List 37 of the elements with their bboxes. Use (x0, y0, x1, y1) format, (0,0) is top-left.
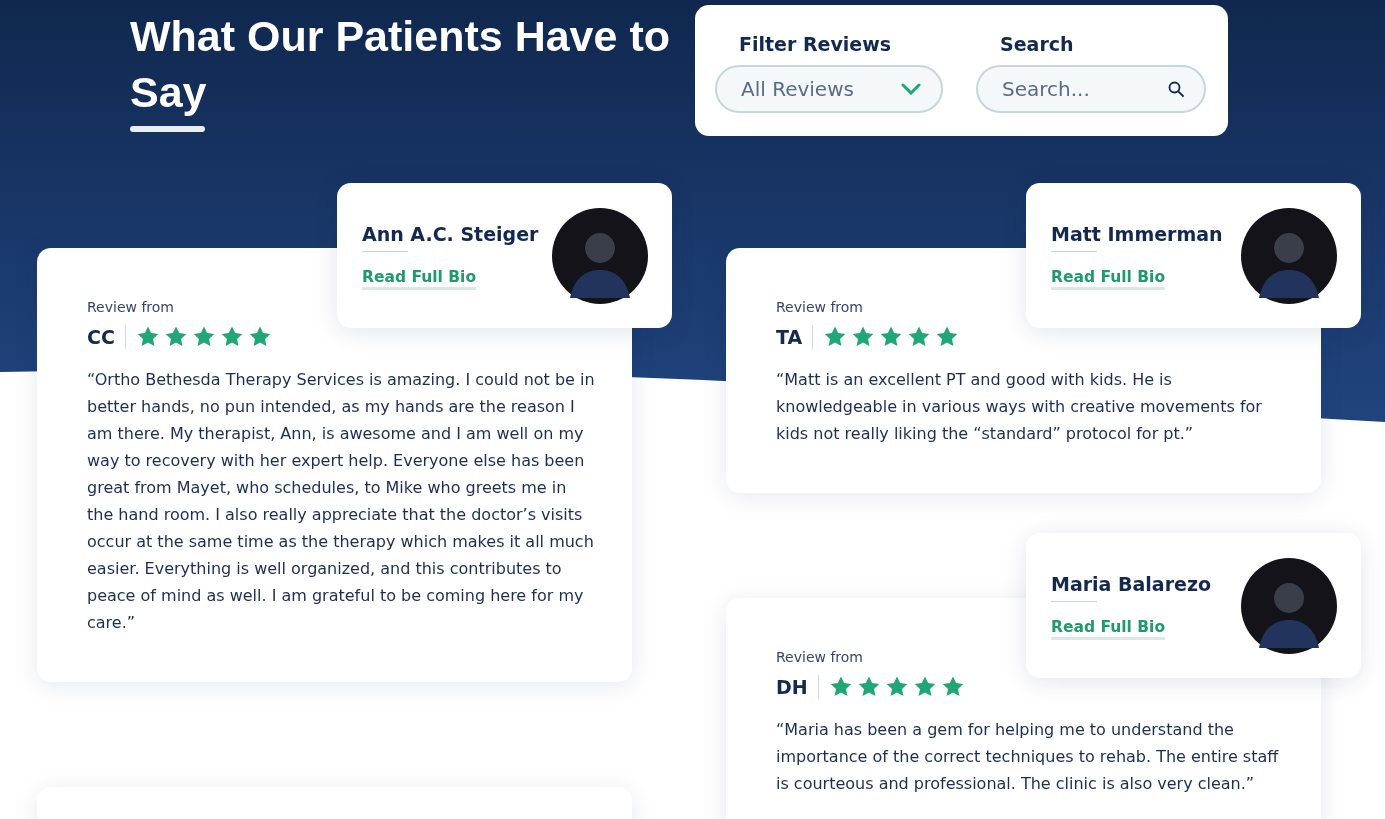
star-icon (940, 675, 965, 699)
reviewer-initials: DH (776, 675, 809, 700)
review-from-label: Review from (776, 648, 864, 666)
filter-dropdown[interactable]: All Reviews (715, 65, 943, 113)
review-from-label: Review from (87, 298, 175, 316)
star-icon (163, 325, 188, 349)
star-icon (135, 325, 160, 349)
review-text: “Maria has been a gem for helping me to understand the importance of the correct techniques to rehab. The entire staff is courteous and professional. The clinic is also very clean.” (776, 719, 1280, 795)
search-label: Search (999, 32, 1075, 57)
review-from-label: Review from (776, 298, 864, 316)
reviewer-initials: CC (87, 325, 116, 350)
star-icon (219, 325, 244, 349)
star-icon (935, 325, 960, 349)
star-icon (884, 675, 909, 699)
page-title: What Our Patients Have to Say (130, 11, 671, 118)
star-icon (851, 325, 876, 349)
review-text: “Matt is an excellent PT and good with kids. He is knowledgeable in various ways with creative movements for kids not really liking the “standard” protocol for pt.” (776, 369, 1263, 445)
star-icon (191, 325, 216, 349)
star-icon (823, 325, 848, 349)
review-text: “Ortho Bethesda Therapy Services is amazing. I could not be in better hands, no pun intended, as my hands are the reason I am there. My therapist, Ann, is awesome and I am well on my way to recovery with her expert help. Everyone else has been great from Mayet, who schedules, to Mike who greets me in the hand room. I also really appreciate that the doctor’s visits occur at the same time as the therapy which makes it all much easier. Everything is well organized, and this contributes to peace of mind as well. I am grateful to be coming here for my care.” (87, 369, 595, 634)
therapist-name: Maria Balarezo (1051, 572, 1212, 597)
read-full-bio-link[interactable]: Read Full Bio (362, 268, 477, 290)
therapist-name: Matt Immerman (1051, 222, 1223, 247)
search-field[interactable]: Search... (976, 65, 1206, 113)
read-full-bio-link[interactable]: Read Full Bio (1051, 268, 1166, 290)
star-icon (247, 325, 272, 349)
read-full-bio-link[interactable]: Read Full Bio (1051, 618, 1166, 640)
star-icon (912, 675, 937, 699)
chevron-down-icon (901, 83, 921, 95)
star-icon (879, 325, 904, 349)
star-icon (907, 325, 932, 349)
therapist-name: Ann A.C. Steiger (362, 222, 539, 247)
search-icon (1168, 81, 1184, 97)
star-icon (856, 675, 881, 699)
reviewer-initials: TA (776, 325, 804, 350)
star-icon (828, 675, 853, 699)
filter-label: Filter Reviews (738, 32, 893, 57)
